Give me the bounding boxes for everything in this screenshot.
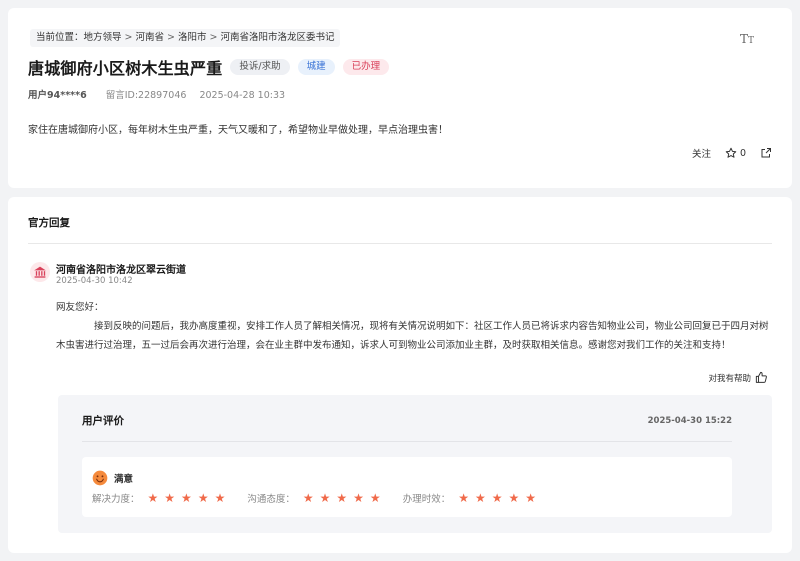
favorite-count: 0 — [739, 147, 746, 159]
star-icon: ★ — [508, 491, 520, 505]
star-icon: ★ — [458, 491, 469, 505]
breadcrumb-separator: > — [124, 32, 133, 43]
evaluation-detail: 满意 解决力度： ★ ★ ★ ★ ★ 沟通态度： ★ ★ ★ ★ ★ 办理时效： ★ ★ ★ ★ ★ — [82, 457, 732, 517]
star-icon: ★ — [197, 491, 209, 505]
divider — [28, 243, 772, 244]
share-icon — [761, 148, 771, 158]
breadcrumb-item-city[interactable]: 洛阳市 — [178, 32, 207, 43]
reply-body: 接到反映的问题后，我办高度重视，安排工作人员了解相关情况，现将有关情况说明如下：… — [56, 321, 769, 351]
star-icon: ★ — [369, 491, 381, 505]
rating-timeliness: 办理时效： ★ ★ ★ ★ ★ — [403, 491, 536, 505]
rating-resolution: 解决力度： ★ ★ ★ ★ ★ — [92, 491, 225, 505]
reply-greeting: 网友您好： — [56, 302, 104, 313]
rating-label: 沟通态度： — [247, 494, 295, 505]
star-icon: ★ — [525, 491, 537, 505]
breadcrumb-separator: > — [209, 32, 218, 43]
tag-category: 投诉/求助 — [230, 59, 290, 75]
helpful-button[interactable]: 对我有帮助 — [708, 371, 768, 384]
government-building-icon — [30, 262, 50, 282]
evaluation-panel: 用户评价 2025-04-30 15:22 满意 解决力度： ★ ★ ★ ★ ★ — [58, 395, 772, 533]
rating-label: 解决力度： — [92, 494, 140, 505]
ratings: 解决力度： ★ ★ ★ ★ ★ 沟通态度： ★ ★ ★ ★ ★ 办理时效： ★ ★ ★ ★ ★ — [92, 491, 536, 505]
thumbs-up-icon — [755, 371, 767, 383]
star-rating: ★ ★ ★ ★ ★ — [148, 492, 226, 504]
rating-communication: 沟通态度： ★ ★ ★ ★ ★ — [247, 491, 380, 505]
post-date: 2025-04-28 10:33 — [199, 90, 286, 101]
post-card: 当前位置：地方领导 > 河南省 > 洛阳市 > 河南省洛阳市洛龙区委书记 TT 唐城御府小区… — [8, 8, 792, 188]
reply-org-name: 河南省洛阳市洛龙区翠云街道 — [56, 265, 186, 276]
helpful-label: 对我有帮助 — [708, 373, 751, 384]
reply-section-title: 官方回复 — [28, 217, 70, 229]
post-content: 家住在唐城御府小区，每年树木生虫严重，天气又暖和了，希望物业早做处理，早点治理虫… — [28, 125, 448, 136]
breadcrumb-item-leaders[interactable]: 地方领导 — [84, 32, 122, 43]
breadcrumb-prefix: 当前位置： — [36, 32, 84, 43]
breadcrumb-item-province[interactable]: 河南省 — [136, 32, 165, 43]
reply-time: 2025-04-30 10:42 — [56, 276, 133, 286]
star-icon: ★ — [491, 491, 503, 505]
star-icon: ★ — [147, 491, 159, 505]
smiley-face-icon — [92, 470, 108, 486]
reply-card: 官方回复 河南省洛阳市洛龙区翠云街道 2025-04-30 10:42 网友您好… — [8, 197, 792, 553]
share-button[interactable] — [760, 147, 772, 159]
star-icon: ★ — [474, 491, 486, 505]
divider — [82, 441, 732, 442]
star-icon: ★ — [336, 491, 348, 505]
star-rating: ★ ★ ★ ★ ★ — [458, 492, 536, 504]
favorite-button[interactable]: 0 — [725, 147, 746, 159]
post-actions: 关注 0 — [692, 146, 772, 160]
star-icon: ★ — [319, 491, 331, 505]
font-size-icon[interactable]: TT — [740, 32, 754, 46]
satisfaction-label: 满意 — [114, 474, 134, 485]
follow-label: 关注 — [691, 149, 711, 160]
page-title: 唐城御府小区树木生虫严重 — [28, 59, 223, 78]
post-meta: 用户94****6 留言ID:22897046 2025-04-28 10:33 — [28, 87, 285, 101]
breadcrumb-item-district[interactable]: 河南省洛阳市洛龙区委书记 — [220, 32, 334, 43]
status-badge: 已办理 — [342, 59, 390, 75]
rating-label: 办理时效： — [402, 494, 451, 505]
tag-domain: 城建 — [297, 59, 335, 75]
star-icon: ★ — [181, 491, 192, 505]
post-user: 用户94****6 — [28, 90, 87, 101]
star-icon: ★ — [353, 491, 364, 505]
follow-button[interactable]: 关注 — [692, 146, 711, 160]
satisfaction-row: 满意 — [92, 470, 133, 486]
message-id: 留言ID:22897046 — [105, 90, 187, 101]
breadcrumb-separator: > — [167, 32, 175, 43]
evaluation-title: 用户评价 — [82, 415, 124, 427]
star-rating: ★ ★ ★ ★ ★ — [303, 492, 381, 504]
star-icon: ★ — [302, 491, 314, 505]
star-icon: ★ — [164, 491, 176, 505]
star-icon: ★ — [214, 491, 226, 505]
star-outline-icon — [725, 147, 737, 158]
evaluation-time: 2025-04-30 15:22 — [647, 416, 732, 426]
breadcrumb: 当前位置：地方领导 > 河南省 > 洛阳市 > 河南省洛阳市洛龙区委书记 — [30, 29, 341, 47]
title-row: 唐城御府小区树木生虫严重 投诉/求助 城建 已办理 — [28, 55, 390, 79]
